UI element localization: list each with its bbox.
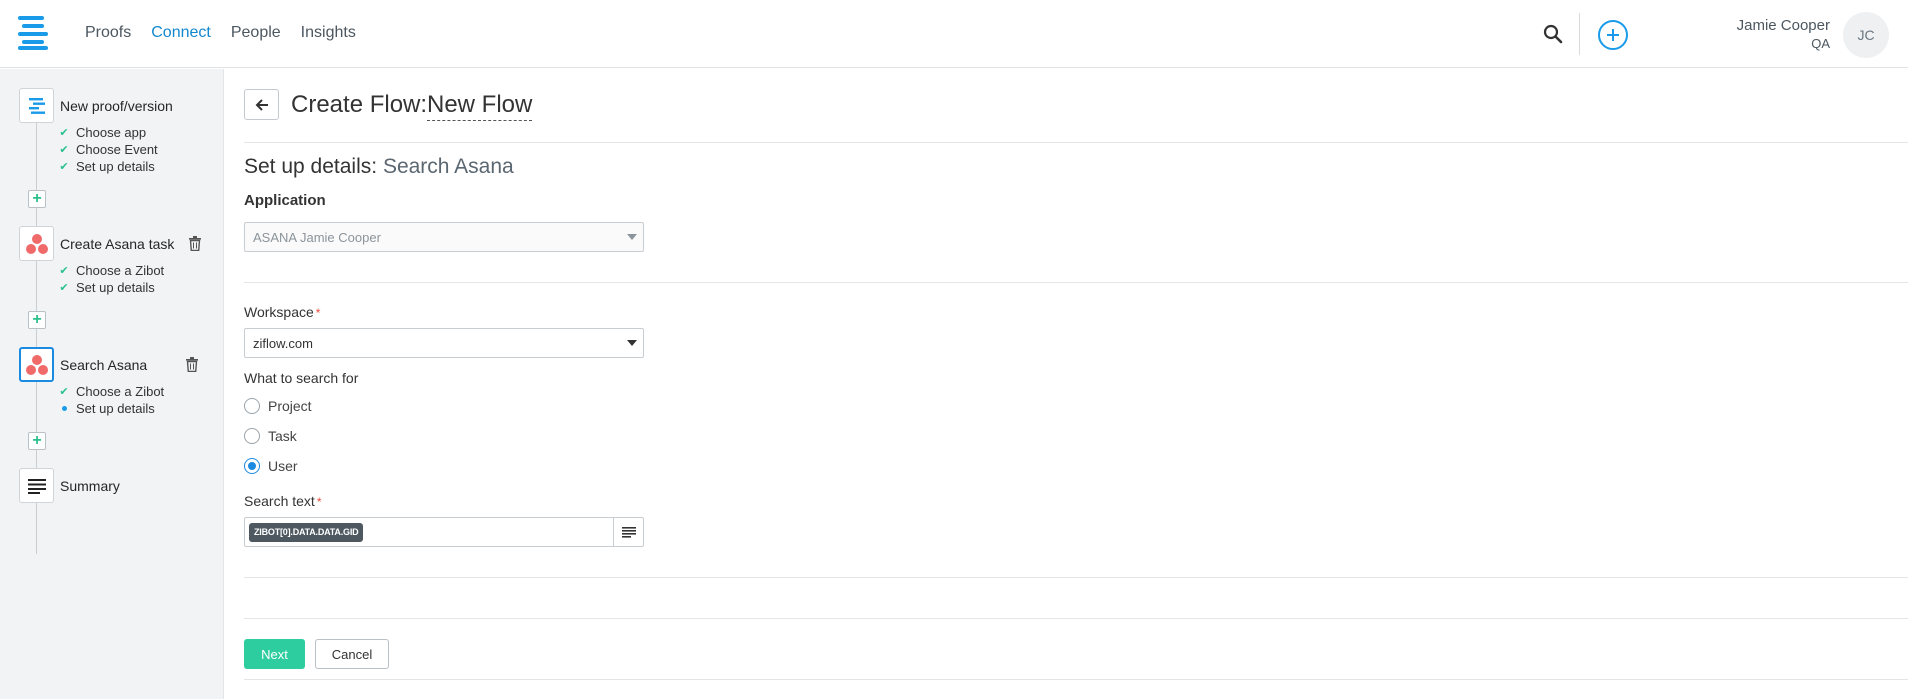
align-left-icon <box>621 526 636 538</box>
divider <box>244 618 1908 619</box>
search-icon[interactable] <box>1543 24 1563 44</box>
substep-choose-app[interactable]: ✔ Choose app <box>58 125 146 140</box>
radio-project[interactable]: Project <box>244 398 312 414</box>
header-divider <box>1579 13 1580 55</box>
divider <box>244 577 1908 578</box>
workspace-label: Workspace * <box>244 304 320 320</box>
substep-label: Choose Event <box>76 142 158 157</box>
ziflow-logo-icon[interactable] <box>18 16 50 50</box>
search-text-input[interactable]: ZIBOT[0].DATA.DATA.GID <box>244 517 644 547</box>
step-search-asana[interactable]: Search Asana <box>19 347 199 382</box>
section-title-name: Search Asana <box>382 155 514 178</box>
add-circle-icon[interactable] <box>1598 20 1628 50</box>
substep-label: Set up details <box>76 280 155 295</box>
radio-button-selected[interactable] <box>244 458 260 474</box>
radio-button[interactable] <box>244 428 260 444</box>
user-name: Jamie Cooper <box>1736 17 1830 34</box>
main-nav: Proofs Connect People Insights <box>85 24 356 42</box>
current-dot-icon <box>58 406 70 411</box>
application-value: ASANA Jamie Cooper <box>253 230 381 245</box>
search-text-label: Search text * <box>244 493 322 509</box>
add-step-button[interactable]: + <box>28 311 46 329</box>
substep-label: Choose app <box>76 125 147 140</box>
avatar[interactable]: JC <box>1843 12 1889 58</box>
workspace-select[interactable]: ziflow.com <box>244 328 644 358</box>
section-title: Set up details: Search Asana <box>244 155 514 179</box>
radio-button[interactable] <box>244 398 260 414</box>
substep-label: Choose a Zibot <box>76 384 165 399</box>
nav-proofs[interactable]: Proofs <box>85 24 131 42</box>
back-button[interactable] <box>244 89 279 120</box>
check-icon: ✔ <box>59 144 69 156</box>
page-title-prefix: Create Flow: <box>291 91 428 118</box>
add-step-button[interactable]: + <box>28 432 46 450</box>
step-label: Create Asana task <box>60 235 175 252</box>
substep-label: Set up details <box>76 159 155 174</box>
radio-user[interactable]: User <box>244 458 298 474</box>
add-step-button[interactable]: + <box>28 190 46 208</box>
required-mark: * <box>315 306 321 320</box>
step-label: New proof/version <box>60 97 173 114</box>
step-new-proof[interactable]: New proof/version <box>19 88 173 123</box>
step-summary[interactable]: Summary <box>19 468 120 503</box>
workspace-label-text: Workspace <box>244 304 314 320</box>
substep-label: Choose a Zibot <box>76 263 165 278</box>
substep-label: Set up details <box>76 401 155 416</box>
divider <box>244 282 1908 283</box>
chevron-down-icon <box>627 234 637 240</box>
step-label: Summary <box>60 477 120 494</box>
section-title-prefix: Set up details: <box>244 155 378 178</box>
nav-people[interactable]: People <box>231 24 281 42</box>
trash-icon[interactable] <box>185 357 199 372</box>
step-label: Search Asana <box>60 356 148 373</box>
radio-label: Task <box>268 428 297 444</box>
ziflow-list-icon <box>19 88 54 123</box>
radio-label: User <box>268 458 298 474</box>
check-icon: ✔ <box>59 282 69 294</box>
search-for-label: What to search for <box>244 370 359 386</box>
nav-insights[interactable]: Insights <box>301 24 356 42</box>
variable-token[interactable]: ZIBOT[0].DATA.DATA.GID <box>249 523 364 542</box>
trash-icon[interactable] <box>188 236 202 251</box>
nav-connect[interactable]: Connect <box>151 24 211 42</box>
workspace-value: ziflow.com <box>253 336 313 351</box>
arrow-left-icon <box>255 98 268 111</box>
check-icon: ✔ <box>59 386 69 398</box>
substep-setup-details[interactable]: ✔ Set up details <box>58 280 155 295</box>
substep-choose-zibot[interactable]: ✔ Choose a Zibot <box>58 263 164 278</box>
chevron-down-icon <box>627 340 637 346</box>
application-select: ASANA Jamie Cooper <box>244 222 644 252</box>
check-icon: ✔ <box>59 265 69 277</box>
step-create-asana-task[interactable]: Create Asana task <box>19 226 202 261</box>
divider <box>244 679 1908 680</box>
insert-variable-button[interactable] <box>613 518 643 546</box>
cancel-button[interactable]: Cancel <box>315 639 389 669</box>
asana-icon <box>19 347 54 382</box>
divider <box>244 142 1908 143</box>
check-icon: ✔ <box>59 161 69 173</box>
next-button[interactable]: Next <box>244 639 305 669</box>
radio-task[interactable]: Task <box>244 428 297 444</box>
radio-label: Project <box>268 398 312 414</box>
asana-icon <box>19 226 54 261</box>
check-icon: ✔ <box>59 127 69 139</box>
user-role: QA <box>1811 36 1830 51</box>
substep-choose-event[interactable]: ✔ Choose Event <box>58 142 158 157</box>
flow-steps-sidebar: New proof/version ✔ Choose app ✔ Choose … <box>0 69 224 699</box>
substep-setup-details-current[interactable]: Set up details <box>58 401 155 416</box>
application-label: Application <box>244 192 326 209</box>
summary-icon <box>19 468 54 503</box>
search-text-label-text: Search text <box>244 493 315 509</box>
flow-name-editable[interactable]: New Flow <box>427 91 533 121</box>
top-header: Proofs Connect People Insights Jamie Coo… <box>0 0 1908 68</box>
required-mark: * <box>316 495 322 509</box>
substep-choose-zibot[interactable]: ✔ Choose a Zibot <box>58 384 164 399</box>
substep-setup-details[interactable]: ✔ Set up details <box>58 159 155 174</box>
